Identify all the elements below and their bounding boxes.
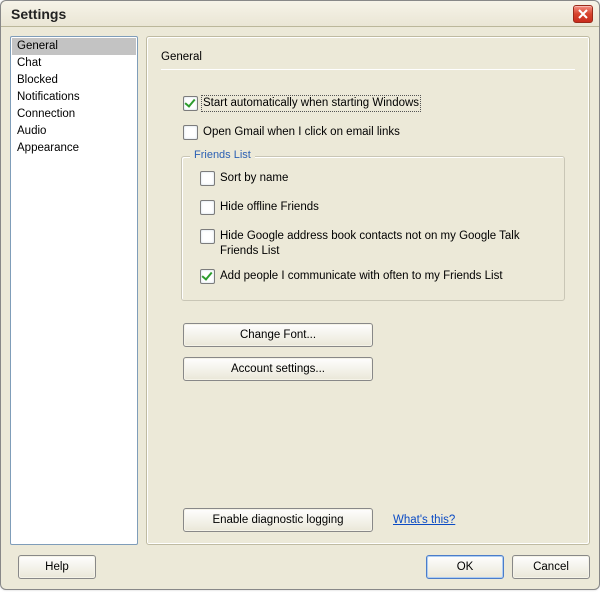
titlebar: Settings: [1, 1, 599, 27]
sidebar-item-general[interactable]: General: [12, 38, 136, 55]
option-open-gmail: Open Gmail when I click on email links: [183, 125, 575, 140]
diagnostic-logging-button[interactable]: Enable diagnostic logging: [183, 508, 373, 532]
close-button[interactable]: [573, 5, 593, 23]
start-auto-label: Start automatically when starting Window…: [202, 96, 420, 111]
sidebar-item-appearance[interactable]: Appearance: [12, 140, 136, 157]
option-hide-addressbook: Hide Google address book contacts not on…: [200, 229, 554, 259]
footer: Help OK Cancel: [1, 551, 599, 589]
sidebar-item-label: Blocked: [17, 74, 58, 86]
sidebar-item-label: Chat: [17, 57, 41, 69]
body: General Chat Blocked Notifications Conne…: [1, 27, 599, 551]
panel-divider: [161, 69, 575, 70]
open-gmail-label: Open Gmail when I click on email links: [202, 125, 401, 140]
option-add-often: Add people I communicate with often to m…: [200, 269, 554, 284]
settings-panel: General Start automatically when startin…: [146, 36, 590, 545]
friends-list-legend: Friends List: [190, 149, 255, 161]
account-settings-button[interactable]: Account settings...: [183, 357, 373, 381]
hide-offline-label: Hide offline Friends: [219, 200, 320, 215]
sidebar-item-label: General: [17, 40, 58, 52]
sort-by-name-checkbox[interactable]: [200, 171, 215, 186]
hide-addressbook-label: Hide Google address book contacts not on…: [219, 229, 554, 259]
sidebar-item-audio[interactable]: Audio: [12, 123, 136, 140]
help-button[interactable]: Help: [18, 555, 96, 579]
option-sort-by-name: Sort by name: [200, 171, 554, 186]
sidebar-item-chat[interactable]: Chat: [12, 55, 136, 72]
option-hide-offline: Hide offline Friends: [200, 200, 554, 215]
ok-button[interactable]: OK: [426, 555, 504, 579]
panel-spacer: [161, 391, 575, 508]
friends-list-group: Friends List Sort by name Hide offline F…: [181, 156, 565, 301]
open-gmail-checkbox[interactable]: [183, 125, 198, 140]
sidebar-item-label: Notifications: [17, 91, 80, 103]
hide-addressbook-checkbox[interactable]: [200, 229, 215, 244]
close-icon: [578, 9, 588, 19]
sidebar-item-connection[interactable]: Connection: [12, 106, 136, 123]
cancel-button[interactable]: Cancel: [512, 555, 590, 579]
sidebar-item-label: Audio: [17, 125, 46, 137]
hide-offline-checkbox[interactable]: [200, 200, 215, 215]
diagnostic-row: Enable diagnostic logging What's this?: [183, 508, 575, 532]
start-auto-checkbox[interactable]: [183, 96, 198, 111]
add-often-checkbox[interactable]: [200, 269, 215, 284]
sidebar-item-label: Appearance: [17, 142, 79, 154]
panel-title: General: [161, 51, 575, 63]
option-start-auto: Start automatically when starting Window…: [183, 96, 575, 111]
sidebar-item-blocked[interactable]: Blocked: [12, 72, 136, 89]
add-often-label: Add people I communicate with often to m…: [219, 269, 504, 284]
settings-window: Settings General Chat Blocked Notificati…: [0, 0, 600, 590]
sort-by-name-label: Sort by name: [219, 171, 289, 186]
window-title: Settings: [11, 6, 573, 22]
change-font-button[interactable]: Change Font...: [183, 323, 373, 347]
sidebar: General Chat Blocked Notifications Conne…: [10, 36, 138, 545]
whats-this-link[interactable]: What's this?: [393, 514, 455, 526]
sidebar-item-label: Connection: [17, 108, 75, 120]
sidebar-item-notifications[interactable]: Notifications: [12, 89, 136, 106]
